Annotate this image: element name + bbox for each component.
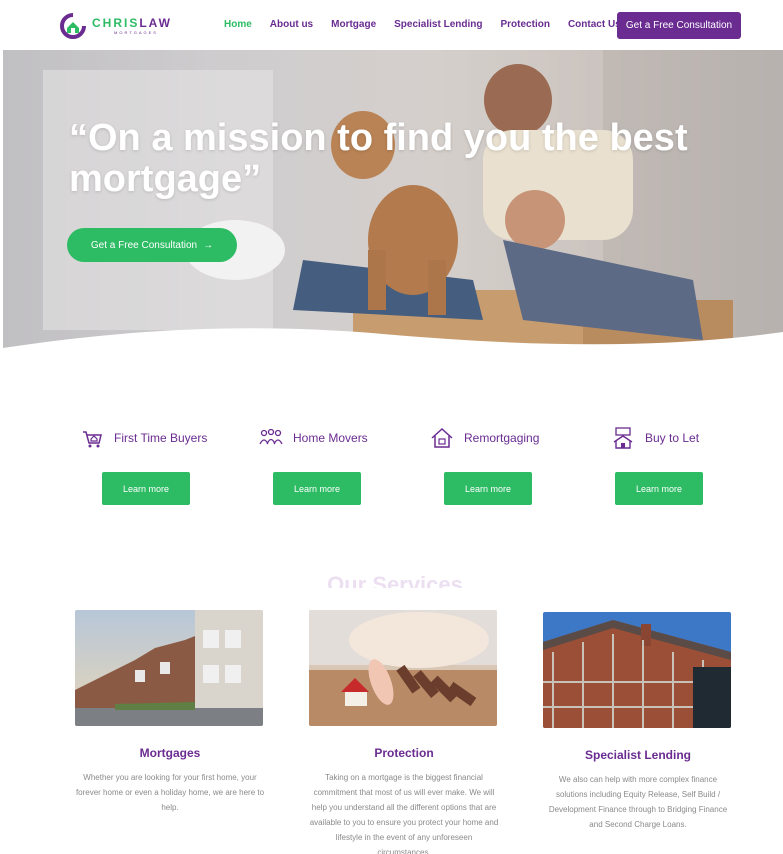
header-consultation-button[interactable]: Get a Free Consultation xyxy=(617,12,741,39)
logo-tagline: MORTGAGES xyxy=(114,30,158,35)
hero-banner: “On a mission to find you the best mortg… xyxy=(3,50,783,360)
hero-title: “On a mission to find you the best mortg… xyxy=(69,117,688,200)
house-icon xyxy=(431,427,453,448)
brand-logo[interactable]: CHRISLAW MORTGAGES xyxy=(60,10,172,42)
learn-more-button[interactable]: Learn more xyxy=(444,472,532,505)
nav-item-specialist-lending[interactable]: Specialist Lending xyxy=(394,19,482,30)
service-label: First Time Buyers xyxy=(114,431,208,445)
construction-site-photo xyxy=(543,612,731,728)
hero-photo xyxy=(3,50,783,360)
card-description: We also can help with more complex finan… xyxy=(548,775,728,829)
card-title: Specialist Lending xyxy=(584,748,692,762)
service-remortgaging: Remortgaging Learn more xyxy=(430,424,590,514)
house-dominoes-photo xyxy=(309,610,497,726)
card-title: Mortgages xyxy=(139,746,201,760)
houses-street-photo xyxy=(75,610,263,726)
service-home-movers: Home Movers Learn more xyxy=(259,424,419,514)
main-menu: Home About us Mortgage Specialist Lendin… xyxy=(224,19,639,30)
nav-item-about-us[interactable]: About us xyxy=(270,19,313,30)
hero-cta-label: Get a Free Consultation xyxy=(90,239,198,251)
card-description: Whether you are looking for your first h… xyxy=(75,773,265,812)
card-image xyxy=(75,610,263,726)
service-label: Home Movers xyxy=(293,431,368,445)
learn-more-button[interactable]: Learn more xyxy=(102,472,190,505)
card-title: Protection xyxy=(374,746,434,760)
service-buy-to-let: Buy to Let Learn more xyxy=(611,424,771,514)
logo-icon xyxy=(60,13,86,39)
hero-wave-divider xyxy=(3,328,783,360)
card-description: Taking on a mortgage is the biggest fina… xyxy=(309,773,499,854)
section-title: Our Services xyxy=(327,574,463,588)
hero-consultation-button[interactable]: Get a Free Consultation → xyxy=(67,228,237,262)
logo-name-part1: CHRIS xyxy=(92,16,140,30)
card-image xyxy=(543,612,731,728)
site-header: CHRISLAW MORTGAGES Home About us Mortgag… xyxy=(0,0,783,50)
nav-item-mortgage[interactable]: Mortgage xyxy=(331,19,376,30)
learn-more-button[interactable]: Learn more xyxy=(615,472,703,505)
service-first-time-buyers: First Time Buyers Learn more xyxy=(80,424,240,514)
card-protection[interactable]: Protection Taking on a mortgage is the b… xyxy=(309,610,499,854)
nav-item-contact-us[interactable]: Contact Us xyxy=(568,19,621,30)
rent-sign-icon xyxy=(613,427,633,449)
shopping-basket-icon xyxy=(83,431,102,448)
nav-item-protection[interactable]: Protection xyxy=(500,19,549,30)
family-icon xyxy=(259,428,283,445)
service-label: Remortgaging xyxy=(464,431,540,445)
card-image xyxy=(309,610,497,726)
learn-more-button[interactable]: Learn more xyxy=(273,472,361,505)
logo-name-part2: LAW xyxy=(139,16,173,30)
card-specialist-lending[interactable]: Specialist Lending We also can help with… xyxy=(543,612,733,832)
service-label: Buy to Let xyxy=(645,431,700,445)
nav-item-home[interactable]: Home xyxy=(224,19,252,30)
arrow-right-icon: → xyxy=(203,239,214,251)
card-mortgages[interactable]: Mortgages Whether you are looking for yo… xyxy=(75,610,265,815)
